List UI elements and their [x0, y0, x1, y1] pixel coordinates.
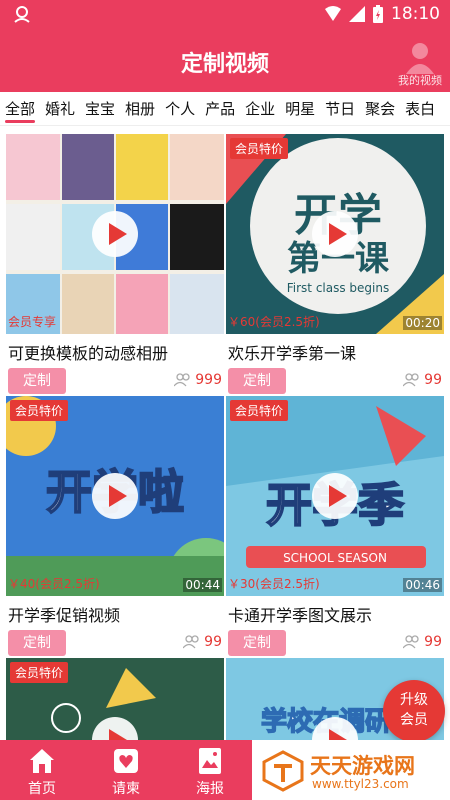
- watermark-url: www.ttyl23.com: [312, 777, 409, 791]
- battery-icon: [373, 5, 383, 23]
- my-video-button[interactable]: 我的视频: [394, 40, 446, 88]
- member-price-badge: 会员特价: [10, 400, 69, 421]
- tab-baby[interactable]: 宝宝: [80, 92, 120, 126]
- upgrade-member-button[interactable]: 升级 会员: [383, 680, 445, 742]
- member-price-badge: 会员特价: [10, 662, 69, 683]
- watermark-name: 天天游戏网: [310, 754, 415, 778]
- video-card[interactable]: 开学季 SCHOOL SEASON 会员特价 ￥30(会员2.5折) 00:46…: [226, 396, 444, 658]
- tab-star[interactable]: 明星: [280, 92, 320, 126]
- video-card[interactable]: 开学 第一课 First class begins 会员特价 ￥60(会员2.5…: [226, 134, 444, 396]
- watermark-logo-icon: [262, 750, 304, 792]
- customize-button[interactable]: 定制: [8, 368, 66, 394]
- nav-home[interactable]: 首页: [0, 740, 84, 800]
- duration-text: 00:46: [403, 578, 442, 592]
- bottom-nav: 首页 请柬 海报: [0, 740, 252, 800]
- site-watermark: 天天游戏网 www.ttyl23.com: [252, 740, 450, 800]
- users-icon: [174, 373, 190, 387]
- nav-home-label: 首页: [28, 781, 56, 797]
- users-icon: [403, 373, 419, 387]
- price-text: ￥40(会员2.5折): [8, 577, 100, 591]
- count-value: 99: [424, 634, 442, 650]
- page-title: 定制视频: [180, 52, 269, 77]
- users-icon: [403, 635, 419, 649]
- users-icon: [183, 635, 199, 649]
- tab-product[interactable]: 产品: [200, 92, 240, 126]
- signal-icon: [325, 6, 341, 21]
- price-text: ￥60(会员2.5折): [228, 315, 320, 329]
- price-text: 会员专享: [8, 315, 57, 329]
- nav-invitation[interactable]: 请柬: [84, 740, 168, 800]
- member-price-badge: 会员特价: [230, 138, 289, 159]
- video-thumbnail[interactable]: 会员专享: [6, 134, 224, 334]
- count-value: 99: [424, 372, 442, 388]
- card-title: 欢乐开学季第一课: [228, 344, 357, 363]
- thumb-english: SCHOOL SEASON: [283, 551, 387, 565]
- play-icon[interactable]: [312, 473, 358, 519]
- tab-all[interactable]: 全部: [0, 92, 40, 126]
- video-card[interactable]: 开学啦 会员特价 ￥40(会员2.5折) 00:44 开学季促销视频 定制 99: [6, 396, 224, 658]
- count-value: 99: [204, 634, 222, 650]
- nav-invitation-label: 请柬: [112, 781, 140, 797]
- customize-button[interactable]: 定制: [8, 630, 66, 656]
- play-icon[interactable]: [92, 473, 138, 519]
- nav-poster-label: 海报: [196, 781, 224, 797]
- upgrade-line1: 升级: [400, 692, 428, 708]
- cellular-icon: [349, 6, 365, 22]
- clock-text: 18:10: [391, 4, 440, 24]
- status-bar: 18:10: [0, 0, 450, 30]
- tab-confession[interactable]: 表白: [400, 92, 440, 126]
- nav-poster[interactable]: 海报: [168, 740, 252, 800]
- video-thumbnail[interactable]: 开学季 SCHOOL SEASON 会员特价 ￥30(会员2.5折) 00:46: [226, 396, 444, 596]
- home-icon: [30, 749, 54, 773]
- app-header: 定制视频 我的视频: [0, 30, 450, 92]
- my-video-label: 我的视频: [398, 74, 442, 87]
- poster-icon: [199, 748, 221, 774]
- user-count: 999: [174, 372, 222, 388]
- category-tabs: 全部 婚礼 宝宝 相册 个人 产品 企业 明星 节日 聚会 表白: [0, 92, 450, 126]
- notification-icon: [14, 6, 30, 23]
- card-title: 卡通开学季图文展示: [228, 606, 373, 625]
- tab-personal[interactable]: 个人: [160, 92, 200, 126]
- customize-button[interactable]: 定制: [228, 630, 286, 656]
- user-icon: [406, 43, 434, 74]
- count-value: 999: [195, 372, 222, 388]
- user-count: 99: [403, 372, 442, 388]
- member-price-badge: 会员特价: [230, 400, 289, 421]
- heart-card-icon: [114, 749, 138, 773]
- tab-album[interactable]: 相册: [120, 92, 160, 126]
- price-text: ￥30(会员2.5折): [228, 577, 320, 591]
- customize-button[interactable]: 定制: [228, 368, 286, 394]
- card-title: 可更换模板的动感相册: [8, 344, 169, 363]
- tab-festival[interactable]: 节日: [320, 92, 360, 126]
- tab-party[interactable]: 聚会: [360, 92, 400, 126]
- user-count: 99: [403, 634, 442, 650]
- tab-wedding[interactable]: 婚礼: [40, 92, 80, 126]
- video-card[interactable]: 会员特价: [6, 658, 224, 740]
- video-thumbnail[interactable]: 开学 第一课 First class begins 会员特价 ￥60(会员2.5…: [226, 134, 444, 334]
- user-count: 99: [183, 634, 222, 650]
- thumb-english: First class begins: [287, 281, 389, 295]
- tab-enterprise[interactable]: 企业: [240, 92, 280, 126]
- play-icon[interactable]: [92, 211, 138, 257]
- video-thumbnail[interactable]: 开学啦 会员特价 ￥40(会员2.5折) 00:44: [6, 396, 224, 596]
- duration-text: 00:44: [183, 578, 222, 592]
- card-title: 开学季促销视频: [8, 606, 121, 625]
- duration-text: 00:20: [403, 316, 442, 330]
- video-thumbnail[interactable]: 会员特价: [6, 658, 224, 740]
- upgrade-line2: 会员: [400, 712, 428, 728]
- video-card[interactable]: 会员专享 可更换模板的动感相册 定制 999: [6, 134, 224, 396]
- play-icon[interactable]: [312, 211, 358, 257]
